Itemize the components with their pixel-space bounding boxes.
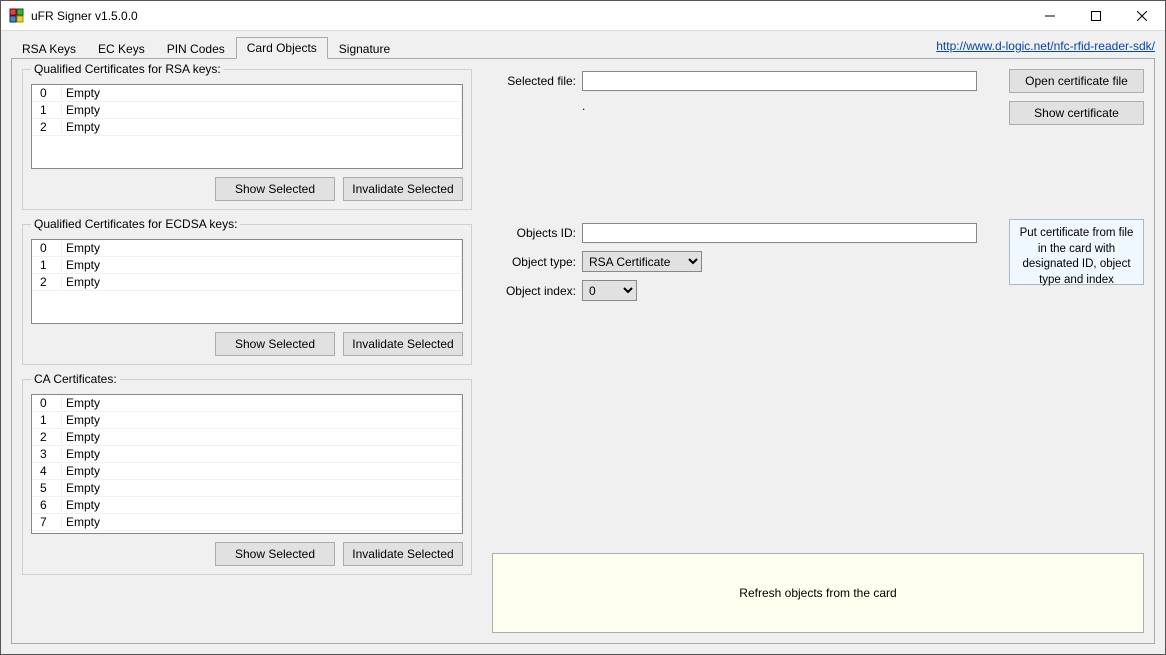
invalidate-selected-ca-button[interactable]: Invalidate Selected xyxy=(343,542,463,566)
close-button[interactable] xyxy=(1119,1,1165,31)
list-item[interactable] xyxy=(32,531,462,534)
selected-file-input[interactable] xyxy=(582,71,977,91)
titlebar: uFR Signer v1.5.0.0 xyxy=(1,1,1165,31)
list-item[interactable]: 2Empty xyxy=(32,429,462,446)
list-item[interactable]: 4Empty xyxy=(32,463,462,480)
list-item[interactable]: 1Empty xyxy=(32,412,462,429)
open-certificate-file-button[interactable]: Open certificate file xyxy=(1009,69,1144,93)
list-ecdsa-certs[interactable]: 0Empty 1Empty 2Empty xyxy=(31,239,463,324)
object-index-label: Object index: xyxy=(492,284,582,298)
window-title: uFR Signer v1.5.0.0 xyxy=(31,9,1027,23)
list-item[interactable]: 7Empty xyxy=(32,514,462,531)
list-item[interactable]: 5Empty xyxy=(32,480,462,497)
invalidate-selected-rsa-button[interactable]: Invalidate Selected xyxy=(343,177,463,201)
object-index-select[interactable]: 0 xyxy=(582,280,637,301)
tab-signature[interactable]: Signature xyxy=(328,38,401,59)
put-certificate-infobox[interactable]: Put certificate from file in the card wi… xyxy=(1009,219,1144,285)
tab-content: Qualified Certificates for RSA keys: 0Em… xyxy=(11,59,1155,644)
list-item[interactable]: 1Empty xyxy=(32,257,462,274)
app-window: uFR Signer v1.5.0.0 http://www.d-logic.n… xyxy=(0,0,1166,655)
objects-id-label: Objects ID: xyxy=(492,226,582,240)
show-certificate-button[interactable]: Show certificate xyxy=(1009,101,1144,125)
invalidate-selected-ecdsa-button[interactable]: Invalidate Selected xyxy=(343,332,463,356)
maximize-button[interactable] xyxy=(1073,1,1119,31)
list-item[interactable]: 1Empty xyxy=(32,102,462,119)
list-ca-certs[interactable]: 0Empty 1Empty 2Empty 3Empty 4Empty 5Empt… xyxy=(31,394,463,534)
tab-strip: RSA Keys EC Keys PIN Codes Card Objects … xyxy=(11,37,1155,59)
group-rsa-certs: Qualified Certificates for RSA keys: 0Em… xyxy=(22,69,472,210)
list-item[interactable]: 2Empty xyxy=(32,274,462,291)
list-item[interactable]: 3Empty xyxy=(32,446,462,463)
group-ca-certs: CA Certificates: 0Empty 1Empty 2Empty 3E… xyxy=(22,379,472,575)
minimize-button[interactable] xyxy=(1027,1,1073,31)
list-item[interactable]: 0Empty xyxy=(32,85,462,102)
object-type-select[interactable]: RSA Certificate xyxy=(582,251,702,272)
object-type-label: Object type: xyxy=(492,255,582,269)
group-ecdsa-certs: Qualified Certificates for ECDSA keys: 0… xyxy=(22,224,472,365)
list-item[interactable]: 0Empty xyxy=(32,395,462,412)
tab-rsa-keys[interactable]: RSA Keys xyxy=(11,38,87,59)
left-column: Qualified Certificates for RSA keys: 0Em… xyxy=(22,69,472,633)
group-rsa-certs-title: Qualified Certificates for RSA keys: xyxy=(31,62,224,76)
list-item[interactable]: 2Empty xyxy=(32,119,462,136)
window-controls xyxy=(1027,1,1165,31)
client-area: http://www.d-logic.net/nfc-rfid-reader-s… xyxy=(1,31,1165,654)
list-rsa-certs[interactable]: 0Empty 1Empty 2Empty xyxy=(31,84,463,169)
show-selected-ecdsa-button[interactable]: Show Selected xyxy=(215,332,335,356)
group-ca-certs-title: CA Certificates: xyxy=(31,372,120,386)
tab-card-objects[interactable]: Card Objects xyxy=(236,37,328,59)
objects-id-input[interactable] xyxy=(582,223,977,243)
show-selected-rsa-button[interactable]: Show Selected xyxy=(215,177,335,201)
list-item[interactable]: 0Empty xyxy=(32,240,462,257)
list-item[interactable]: 6Empty xyxy=(32,497,462,514)
selected-file-label: Selected file: xyxy=(492,74,582,88)
refresh-objects-button[interactable]: Refresh objects from the card xyxy=(492,553,1144,633)
group-ecdsa-certs-title: Qualified Certificates for ECDSA keys: xyxy=(31,217,240,231)
show-selected-ca-button[interactable]: Show Selected xyxy=(215,542,335,566)
right-column: Selected file: . Open certificate file S… xyxy=(492,69,1144,633)
app-icon xyxy=(9,8,25,24)
tab-ec-keys[interactable]: EC Keys xyxy=(87,38,156,59)
tab-pin-codes[interactable]: PIN Codes xyxy=(156,38,236,59)
